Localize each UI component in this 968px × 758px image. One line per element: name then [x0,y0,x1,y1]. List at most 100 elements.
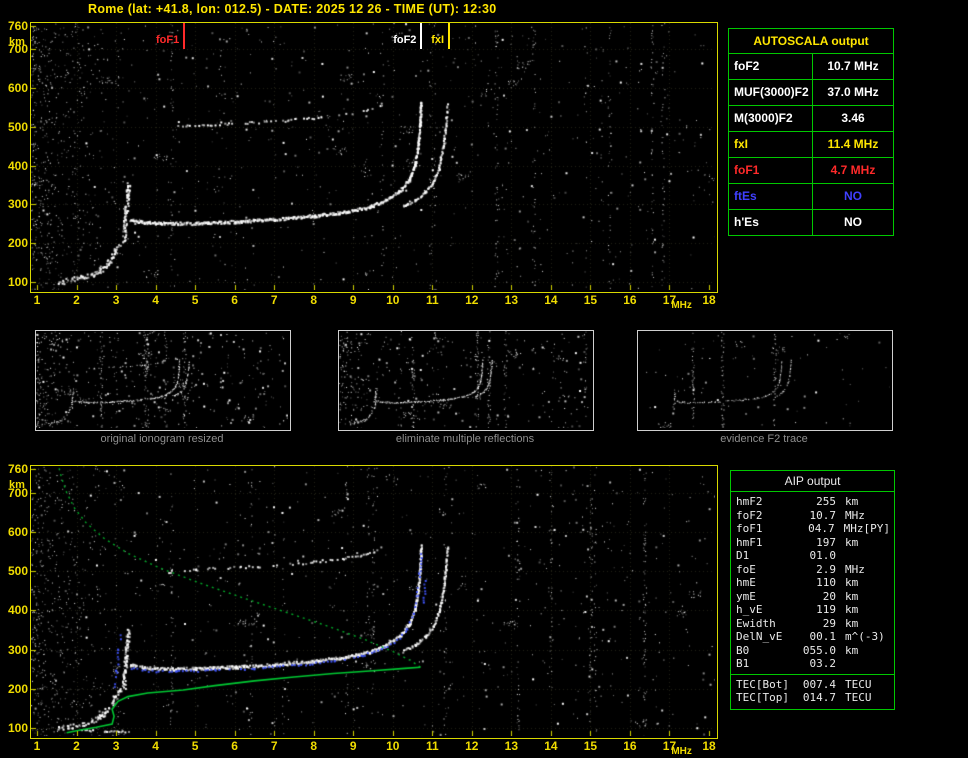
aip-row-value: 007.4 [798,678,836,692]
aip-row-label: B0 [731,644,798,658]
x-axis-tick-label: 13 [502,294,520,306]
aip-row-unit: m^(-3) [836,630,885,644]
aip-row-unit: km [836,536,858,550]
autoscala-row: foF210.7 MHz [729,54,893,80]
y-axis-tick-label: 300 [2,198,28,210]
aip-row-value: 04.7 [797,522,834,536]
aip-row-unit: km [836,617,858,631]
aip-row-value: 055.0 [798,644,836,658]
x-axis-tick-label: 16 [621,740,639,752]
x-axis-tick-label: 5 [186,294,204,306]
aip-row-value: 00.1 [798,630,836,644]
y-axis-tick-label: 400 [2,604,28,616]
y-axis-unit-label: km [9,479,25,491]
aip-table-title: AIP output [731,471,894,492]
aip-row-unit: km [836,590,858,604]
aip-row: foF210.7MHz [731,509,894,523]
x-axis-tick-label: 12 [463,294,481,306]
aip-tec-row: TEC[Top]014.7TECU [731,691,894,705]
aip-row-value: 2.9 [798,563,836,577]
aip-row-label: ymE [731,590,798,604]
y-axis-unit-label: km [9,36,25,48]
x-axis-tick-label: 6 [226,294,244,306]
aip-row-label: DelN_vE [731,630,798,644]
autoscala-row-value: 3.46 [813,106,893,131]
autoscala-row: foF14.7 MHz [729,158,893,184]
aip-row-value: 20 [798,590,836,604]
aip-output-table: AIP outputhmF2255kmfoF210.7MHzfoF104.7MH… [730,470,895,710]
aip-row: hmE110km [731,576,894,590]
autoscala-row-label: h'Es [729,210,813,235]
aip-row: ymE20km [731,590,894,604]
aip-row-unit: MHz [835,522,864,536]
x-axis-tick-label: 2 [68,740,86,752]
autoscala-row: h'EsNO [729,210,893,235]
x-axis-tick-label: 4 [147,294,165,306]
ionogram-plot-profile [30,465,718,739]
y-axis-tick-label: 500 [2,121,28,133]
aip-row: foE2.9MHz [731,563,894,577]
aip-tec-row: TEC[Bot]007.4TECU [731,678,894,692]
autoscala-row-label: ftEs [729,184,813,209]
aip-row-label: hmF2 [731,495,798,509]
y-axis-tick-label: 760 [2,463,28,475]
y-axis-tick-label: 500 [2,565,28,577]
aip-row: B103.2 [731,657,894,671]
ionogram-plot-scaled [30,22,718,293]
aip-row-label: hmF1 [731,536,798,550]
autoscala-window: Rome (lat: +41.8, lon: 012.5) - DATE: 20… [0,0,968,755]
y-axis-tick-label: 200 [2,237,28,249]
thumbnail-original-canvas [36,331,288,428]
autoscala-row-value: 37.0 MHz [813,80,893,105]
aip-row-label: foE [731,563,798,577]
fxi-marker-line [448,23,450,49]
aip-row-value: 10.7 [798,509,836,523]
x-axis-unit-label: MHz [671,300,692,312]
x-axis-tick-label: 15 [581,294,599,306]
y-axis-tick-label: 400 [2,160,28,172]
x-axis-tick-label: 1 [28,740,46,752]
x-axis-tick-label: 5 [186,740,204,752]
autoscala-row-label: fxI [729,132,813,157]
autoscala-row: M(3000)F23.46 [729,106,893,132]
y-axis-tick-label: 300 [2,644,28,656]
aip-row-label: hmE [731,576,798,590]
aip-row-label: D1 [731,549,798,563]
aip-row: hmF2255km [731,495,894,509]
aip-row: D101.0 [731,549,894,563]
x-axis-tick-label: 7 [265,294,283,306]
aip-row-note: [PY] [864,522,895,536]
autoscala-row: ftEsNO [729,184,893,210]
aip-row-value: 110 [798,576,836,590]
aip-row-unit: km [836,644,858,658]
aip-row: B0055.0km [731,644,894,658]
autoscala-row-value: NO [813,184,893,209]
aip-row-value: 29 [798,617,836,631]
x-axis-tick-label: 11 [423,740,441,752]
aip-row-label: B1 [731,657,798,671]
x-axis-tick-label: 13 [502,740,520,752]
aip-row-value: 014.7 [798,691,836,705]
x-axis-tick-label: 9 [344,740,362,752]
aip-row-label: foF2 [731,509,798,523]
x-axis-tick-label: 18 [700,740,718,752]
y-axis-tick-label: 100 [2,722,28,734]
fof1-marker-label: foF1 [137,35,179,46]
aip-row-unit: TECU [836,691,872,705]
aip-row: DelN_vE00.1m^(-3) [731,630,894,644]
aip-row-value: 03.2 [798,657,836,671]
fof1-marker-line [183,23,185,49]
thumbnail-caption-original: original ionogram resized [35,433,289,445]
x-axis-tick-label: 16 [621,294,639,306]
aip-row-label: TEC[Top] [731,691,798,705]
x-axis-tick-label: 8 [305,294,323,306]
y-axis-tick-label: 760 [2,20,28,32]
aip-row-unit: km [836,495,858,509]
aip-row-label: TEC[Bot] [731,678,798,692]
aip-row: hmF1197km [731,536,894,550]
autoscala-row-value: NO [813,210,893,235]
x-axis-unit-label: MHz [671,746,692,758]
aip-row: h_vE119km [731,603,894,617]
autoscala-row: MUF(3000)F237.0 MHz [729,80,893,106]
x-axis-tick-label: 18 [700,294,718,306]
